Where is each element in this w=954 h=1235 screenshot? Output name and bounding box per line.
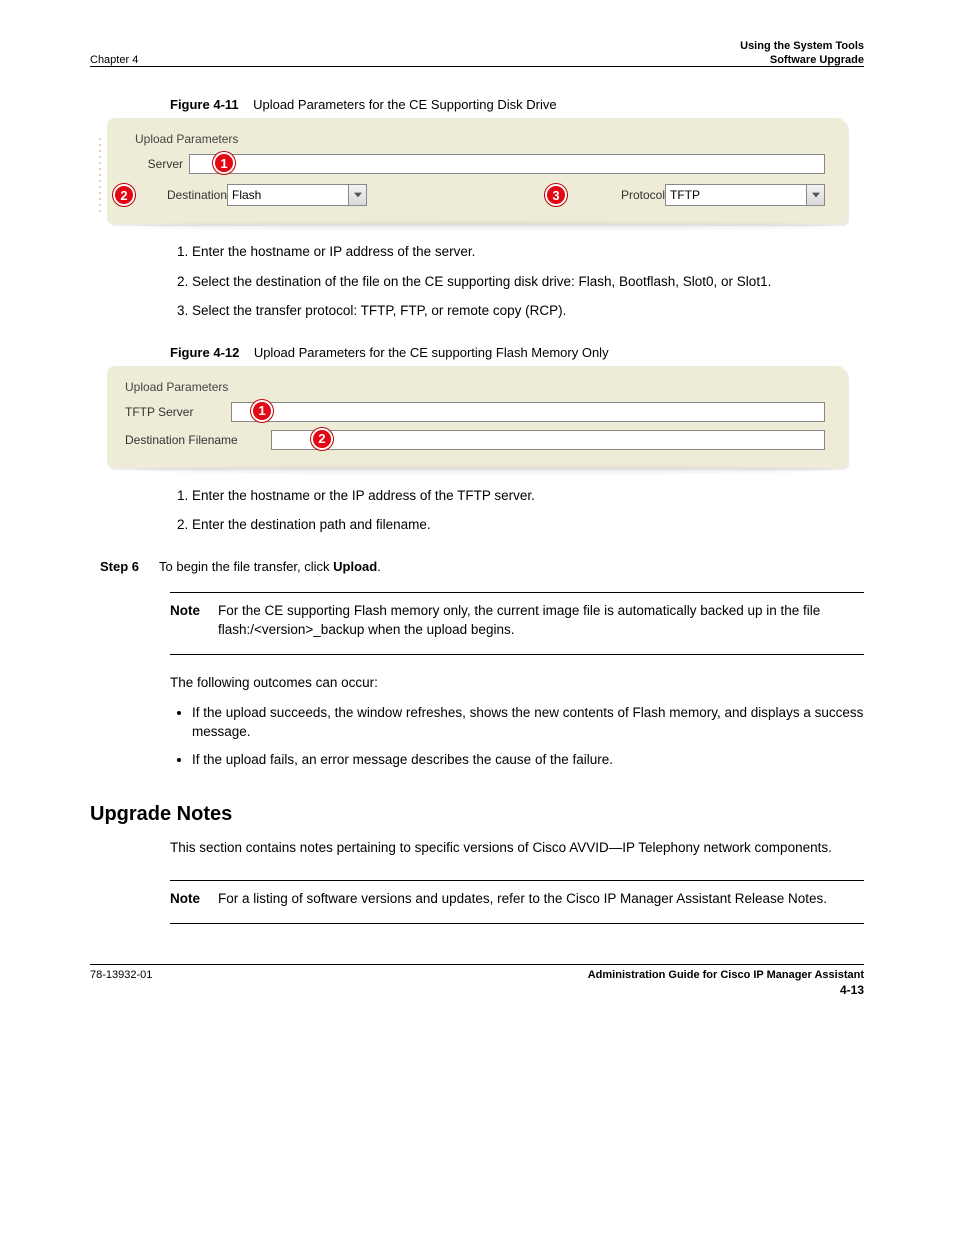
destination-select[interactable]: Flash <box>227 184 367 206</box>
footer-doctitle: Administration Guide for Cisco IP Manage… <box>588 969 864 981</box>
dest-filename-input[interactable] <box>271 430 825 450</box>
list-item: Select the destination of the file on th… <box>192 272 864 292</box>
tftp-server-input[interactable] <box>231 402 825 422</box>
note-text: For a listing of software versions and u… <box>218 889 827 909</box>
footer-docnum: 78-13932-01 <box>90 969 152 981</box>
callout-2-icon: 2 <box>113 184 135 206</box>
list-item: Enter the hostname or the IP address of … <box>192 486 864 506</box>
list-item: If the upload fails, an error message de… <box>192 750 864 770</box>
server-label: Server <box>135 157 183 171</box>
callout-3-icon: 3 <box>545 184 567 206</box>
protocol-value: TFTP <box>670 188 806 202</box>
chevron-down-icon <box>348 185 366 205</box>
decorative-edge <box>97 136 103 214</box>
chapter-title: Using the System Tools <box>740 40 864 52</box>
fig2-panel: Upload Parameters TFTP Server 1 Destinat… <box>107 366 847 468</box>
note-text: For the CE supporting Flash memory only,… <box>218 601 864 640</box>
dest-filename-label: Destination Filename <box>125 433 265 447</box>
destination-value: Flash <box>232 188 348 202</box>
fig1-points: Enter the hostname or IP address of the … <box>170 242 864 321</box>
upgrade-notes-text: This section contains notes pertaining t… <box>170 838 864 858</box>
section-name: Software Upgrade <box>740 54 864 66</box>
note-label: Note <box>170 601 200 621</box>
upgrade-notes-heading: Upgrade Notes <box>90 803 864 826</box>
step-label: Step 6 <box>100 559 139 574</box>
destination-label: Destination <box>135 188 227 202</box>
list-item: Enter the destination path and filename. <box>192 515 864 535</box>
fig2-num: Figure 4-12 <box>170 345 239 360</box>
tftp-label: TFTP Server <box>125 405 225 419</box>
list-item: Enter the hostname or IP address of the … <box>192 242 864 262</box>
server-input[interactable] <box>189 154 825 174</box>
list-item: Select the transfer protocol: TFTP, FTP,… <box>192 301 864 321</box>
footer-page: 4-13 <box>90 983 864 997</box>
fig2-panel-title: Upload Parameters <box>125 380 825 394</box>
note-label: Note <box>170 889 200 909</box>
chevron-down-icon <box>806 185 824 205</box>
list-item: If the upload succeeds, the window refre… <box>192 703 864 742</box>
callout-1-icon: 1 <box>251 400 273 422</box>
fig1-panel-title: Upload Parameters <box>135 132 825 146</box>
fig2-caption: Upload Parameters for the CE supporting … <box>254 345 609 360</box>
callout-1-icon: 1 <box>213 152 235 174</box>
callout-2-icon: 2 <box>311 428 333 450</box>
outcome-intro: The following outcomes can occur: <box>170 673 864 693</box>
fig1-num: Figure 4-11 <box>170 97 239 112</box>
chapter-label: Chapter 4 <box>90 54 138 66</box>
protocol-label: Protocol <box>605 188 665 202</box>
fig1-caption: Upload Parameters for the CE Supporting … <box>253 97 556 112</box>
fig1-panel: Upload Parameters Server 1 2 Destination… <box>107 118 847 224</box>
fig2-points: Enter the hostname or the IP address of … <box>170 486 864 535</box>
protocol-select[interactable]: TFTP <box>665 184 825 206</box>
step-text: To begin the file transfer, click Upload… <box>159 559 381 574</box>
